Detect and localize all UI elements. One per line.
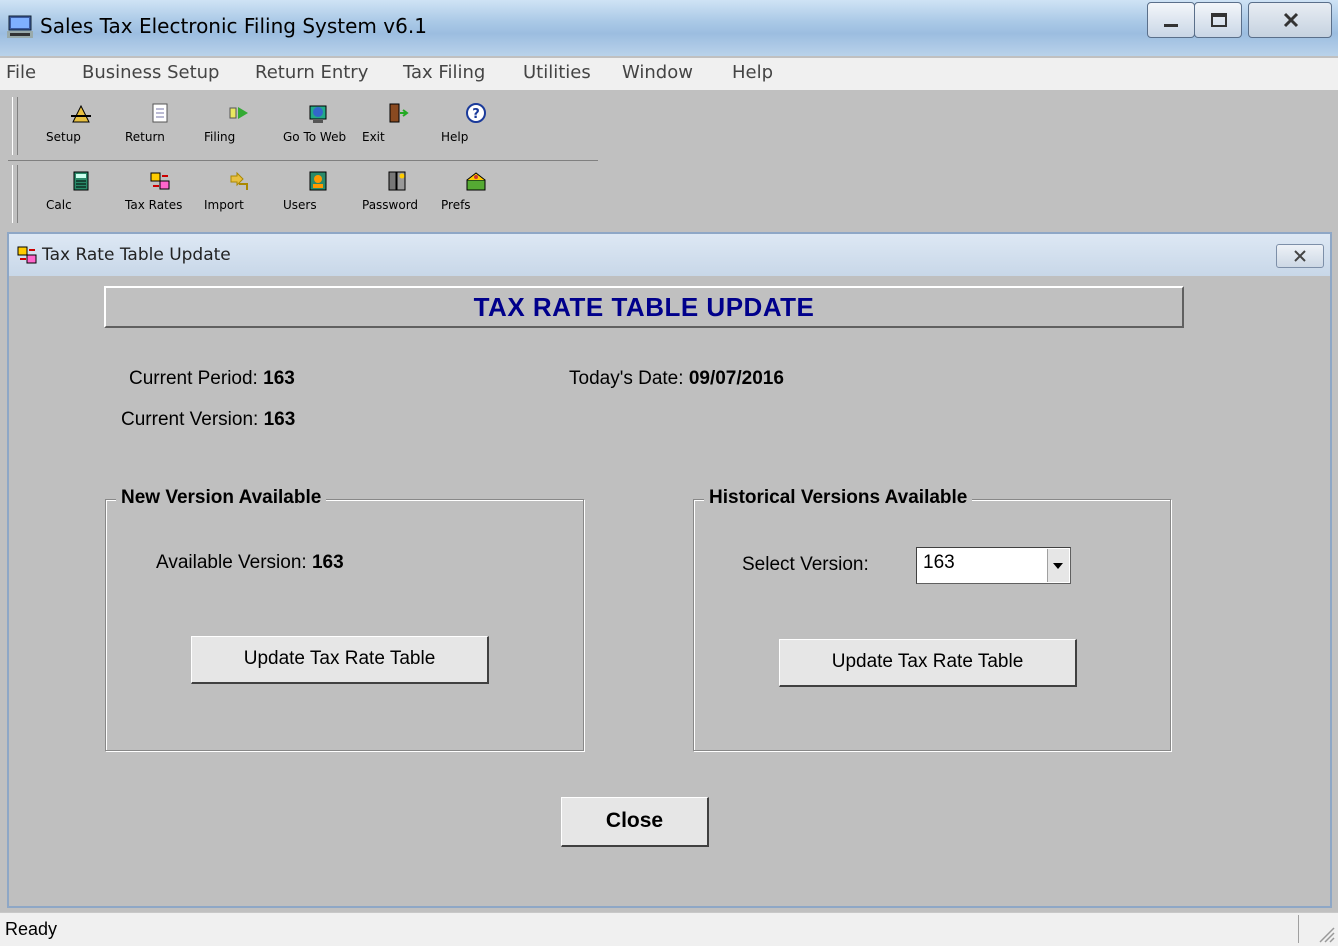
version-select-value: 163 (923, 552, 955, 573)
window-title: Sales Tax Electronic Filing System v6.1 (40, 14, 427, 38)
calculator-icon (73, 171, 89, 191)
prefs-icon (466, 172, 486, 191)
toolbar-password-button[interactable]: Password (362, 164, 432, 224)
app-icon (7, 15, 33, 38)
import-icon (230, 171, 248, 190)
toolbar-grip[interactable] (12, 97, 18, 155)
toolbar-import-button[interactable]: Import (204, 164, 274, 224)
toolbar-row-2: Calc Tax Rates Import Users Password Pre… (8, 160, 598, 228)
password-icon (388, 171, 406, 191)
return-icon (152, 103, 168, 123)
close-button[interactable]: Close (561, 797, 709, 847)
web-icon (309, 105, 327, 123)
toolbar-row-1: Setup Return Filing Go To Web Exit ? Hel… (8, 92, 598, 161)
new-version-group-title: New Version Available (116, 487, 327, 509)
toolbar-exit-button[interactable]: Exit (362, 96, 432, 156)
available-version: Available Version: 163 (156, 552, 344, 573)
toolbar-tax-rates-button[interactable]: Tax Rates (125, 164, 195, 224)
toolbar-grip[interactable] (12, 165, 18, 223)
close-icon (1294, 250, 1306, 262)
historical-versions-group-title: Historical Versions Available (704, 487, 973, 509)
close-window-button[interactable] (1248, 2, 1332, 38)
select-version-label: Select Version: (742, 554, 869, 575)
version-select[interactable]: 163 (916, 547, 1071, 584)
banner-title: TAX RATE TABLE UPDATE (473, 292, 815, 322)
setup-icon (71, 104, 91, 123)
child-title-bar: Tax Rate Table Update (9, 234, 1330, 276)
new-version-group: New Version Available Available Version:… (105, 487, 584, 751)
toolbar-filing-button[interactable]: Filing (204, 96, 274, 156)
menu-help[interactable]: Help (732, 62, 773, 83)
minimize-button[interactable] (1147, 2, 1195, 38)
child-window-title: Tax Rate Table Update (42, 245, 231, 265)
menu-utilities[interactable]: Utilities (523, 62, 591, 83)
update-new-version-button[interactable]: Update Tax Rate Table (191, 636, 489, 684)
toolbar-help-button[interactable]: ? Help (441, 96, 511, 156)
maximize-button[interactable] (1194, 2, 1242, 38)
current-version: Current Version: 163 (121, 409, 296, 430)
status-text: Ready (5, 919, 58, 939)
close-child-button[interactable] (1276, 244, 1324, 268)
todays-date: Today's Date: 09/07/2016 (569, 368, 784, 389)
toolbar-go-to-web-button[interactable]: Go To Web (283, 96, 353, 156)
tax-rate-update-window: Tax Rate Table Update TAX RATE TABLE UPD… (7, 232, 1332, 908)
menu-window[interactable]: Window (622, 62, 693, 83)
tax-rates-icon (150, 172, 170, 190)
users-icon (309, 171, 327, 191)
menu-bar: File Business Setup Return Entry Tax Fil… (0, 58, 1338, 91)
current-version-value: 163 (263, 409, 296, 430)
toolbar-return-button[interactable]: Return (125, 96, 195, 156)
current-period: Current Period: 163 (129, 368, 295, 389)
current-period-value: 163 (263, 368, 295, 389)
exit-icon (389, 103, 409, 123)
svg-text:?: ? (472, 107, 480, 122)
toolbar-calc-button[interactable]: Calc (46, 164, 116, 224)
menu-file[interactable]: File (6, 62, 36, 83)
menu-business-setup[interactable]: Business Setup (82, 62, 220, 83)
filing-icon (229, 107, 248, 119)
toolbar-prefs-button[interactable]: Prefs (441, 164, 511, 224)
page-banner: TAX RATE TABLE UPDATE (104, 286, 1184, 328)
update-historical-version-button[interactable]: Update Tax Rate Table (779, 639, 1077, 687)
todays-date-value: 09/07/2016 (688, 368, 784, 389)
toolbar-setup-button[interactable]: Setup (46, 96, 116, 156)
dropdown-arrow[interactable] (1047, 549, 1069, 582)
status-separator (1298, 915, 1299, 943)
available-version-value: 163 (311, 552, 344, 573)
help-icon: ? (466, 103, 486, 123)
title-bar: Sales Tax Electronic Filing System v6.1 (0, 0, 1338, 56)
chevron-down-icon (1053, 563, 1063, 569)
status-bar: Ready (0, 912, 1338, 946)
resize-grip-icon[interactable] (1316, 924, 1336, 944)
menu-tax-filing[interactable]: Tax Filing (403, 62, 485, 83)
historical-versions-group: Historical Versions Available Select Ver… (693, 487, 1171, 751)
menu-return-entry[interactable]: Return Entry (255, 62, 368, 83)
toolbar-users-button[interactable]: Users (283, 164, 353, 224)
tax-rates-icon (17, 246, 37, 264)
